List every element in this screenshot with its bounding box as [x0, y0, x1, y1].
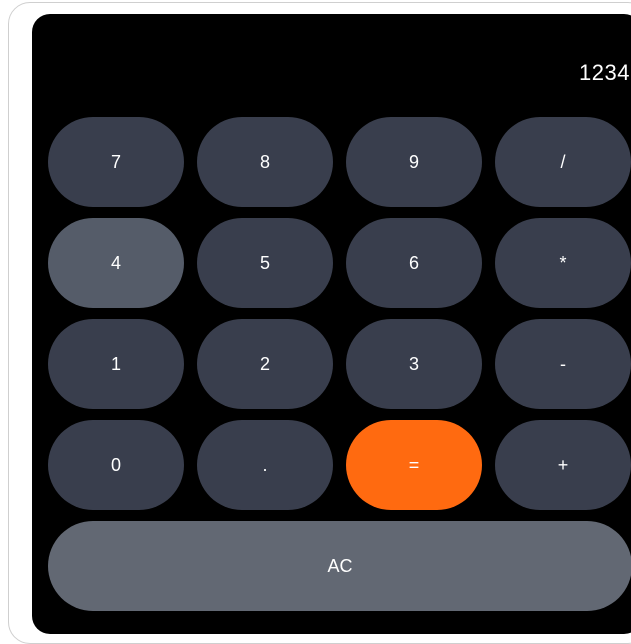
- key-decimal[interactable]: .: [197, 420, 333, 510]
- key-0[interactable]: 0: [48, 420, 184, 510]
- key-divide[interactable]: /: [495, 117, 631, 207]
- key-9[interactable]: 9: [346, 117, 482, 207]
- calculator: 1234 7 8 9 / 4 5 6 * 1 2 3 - 0 . = + AC: [32, 14, 631, 634]
- key-clear[interactable]: AC: [48, 521, 631, 611]
- key-add[interactable]: +: [495, 420, 631, 510]
- key-5[interactable]: 5: [197, 218, 333, 308]
- key-1[interactable]: 1: [48, 319, 184, 409]
- key-6[interactable]: 6: [346, 218, 482, 308]
- key-7[interactable]: 7: [48, 117, 184, 207]
- key-multiply[interactable]: *: [495, 218, 631, 308]
- key-equals[interactable]: =: [346, 420, 482, 510]
- display-value: 1234: [579, 60, 630, 85]
- key-subtract[interactable]: -: [495, 319, 631, 409]
- key-4[interactable]: 4: [48, 218, 184, 308]
- key-3[interactable]: 3: [346, 319, 482, 409]
- key-2[interactable]: 2: [197, 319, 333, 409]
- key-8[interactable]: 8: [197, 117, 333, 207]
